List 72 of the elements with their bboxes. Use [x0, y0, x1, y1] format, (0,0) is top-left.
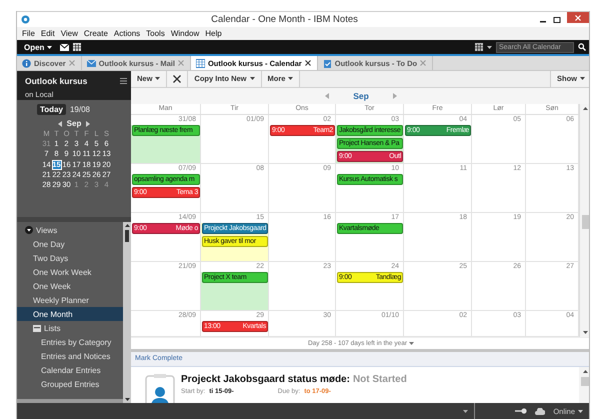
app-icon — [21, 15, 30, 24]
tree-item[interactable]: Grouped Entries — [17, 377, 123, 391]
up-arrow-icon[interactable] — [124, 224, 130, 227]
mail-icon[interactable] — [60, 44, 70, 51]
close-icon — [173, 74, 182, 83]
caret-icon — [463, 410, 468, 412]
menu-item[interactable]: Edit — [38, 29, 58, 38]
caret-icon — [580, 77, 585, 80]
today-date: 19/08 — [70, 105, 90, 114]
task-title: Projeckt Jakobsgaard status møde: — [181, 374, 350, 385]
tree-item[interactable]: Weekly Planner — [17, 293, 123, 307]
calendar-icon[interactable] — [73, 43, 82, 52]
sidebar-title: Outlook kursus — [25, 76, 88, 86]
month-label: Sep — [353, 91, 369, 101]
open-button[interactable]: Open — [20, 42, 56, 52]
tree-item[interactable]: Two Days — [17, 251, 123, 265]
scrollbar-thumb[interactable] — [582, 215, 589, 230]
caret-icon — [250, 77, 255, 80]
tree-item[interactable]: One Day — [17, 237, 123, 251]
tree-item[interactable]: One Week — [17, 279, 123, 293]
menu-item[interactable]: Window — [168, 29, 202, 38]
next-month-button[interactable] — [86, 120, 90, 126]
menu-item[interactable]: File — [19, 29, 38, 38]
maximize-button[interactable] — [553, 16, 561, 24]
previous-month-button[interactable] — [58, 120, 62, 126]
calendar-icon — [196, 58, 205, 68]
tree-item[interactable]: Calendar Entries — [17, 363, 123, 377]
delete-button[interactable] — [167, 71, 188, 87]
calendar-icon[interactable] — [475, 43, 483, 52]
tree-item[interactable]: Lists — [17, 321, 123, 335]
scrollbar[interactable] — [579, 366, 589, 404]
caret-icon — [155, 77, 160, 80]
clipboard-icon — [322, 58, 332, 68]
tree-item[interactable]: One Work Week — [17, 265, 123, 279]
menu-item[interactable]: Tools — [143, 29, 168, 38]
menu-item[interactable]: Help — [202, 29, 225, 38]
scrollbar[interactable] — [579, 104, 589, 338]
up-arrow-icon[interactable] — [582, 370, 588, 373]
tree-heading[interactable]: Views — [17, 223, 123, 237]
close-button[interactable] — [567, 12, 589, 23]
cloud-icon[interactable] — [535, 408, 546, 414]
down-arrow-icon[interactable] — [583, 331, 588, 334]
close-icon[interactable] — [304, 60, 311, 66]
caret-icon — [487, 46, 492, 49]
tree-item[interactable]: Entries and Notices — [17, 349, 123, 363]
scrollbar[interactable] — [123, 222, 131, 403]
search-icon[interactable] — [578, 43, 586, 52]
menu-item[interactable]: Actions — [110, 29, 144, 38]
close-icon — [575, 14, 581, 20]
menu-item[interactable]: View — [58, 29, 81, 38]
collapse-icon[interactable] — [25, 226, 33, 234]
key-icon[interactable] — [515, 408, 528, 414]
mail-icon — [86, 58, 96, 68]
down-arrow-icon[interactable] — [124, 398, 130, 401]
folder-icon[interactable] — [33, 324, 41, 332]
mini-calendar-month: Sep — [66, 119, 82, 128]
menu-item[interactable]: Create — [80, 29, 111, 38]
window-title: Calendar - One Month - IBM Notes — [210, 14, 359, 26]
caret-icon — [288, 77, 294, 80]
up-arrow-icon[interactable] — [583, 107, 588, 110]
today-button[interactable]: Today — [37, 104, 66, 115]
horizontal-scrollbar[interactable] — [17, 399, 123, 403]
scrollbar-thumb[interactable] — [125, 230, 129, 242]
caret-icon — [409, 342, 414, 346]
tree-item[interactable]: Entries by Category — [17, 335, 123, 349]
menu-icon[interactable] — [120, 78, 127, 84]
caret-icon — [47, 46, 52, 49]
tree-item[interactable]: One Month — [17, 307, 123, 321]
info-icon — [22, 58, 31, 68]
caret-icon — [578, 410, 583, 412]
scrollbar-thumb[interactable] — [581, 376, 589, 386]
task-status: Not Started — [352, 374, 407, 385]
